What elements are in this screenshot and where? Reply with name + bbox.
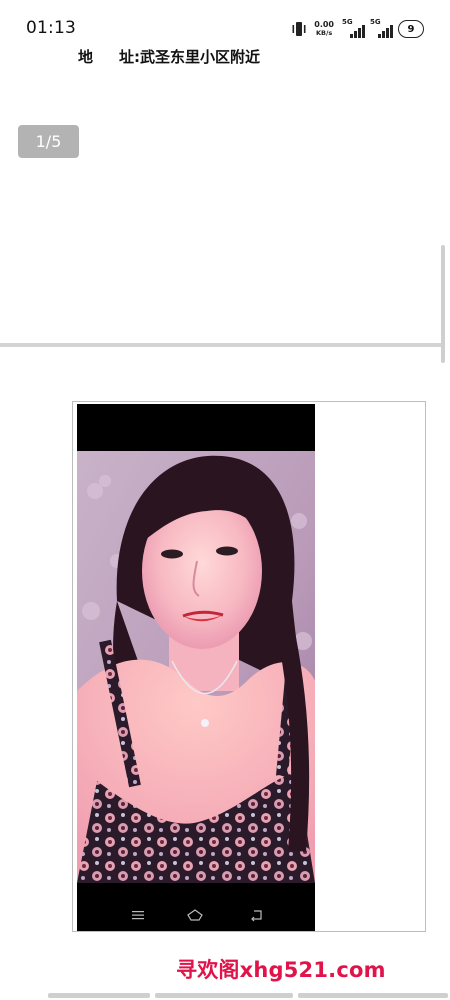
- back-icon: [249, 907, 265, 922]
- signal-icon: 5G: [370, 18, 393, 38]
- vibrate-icon: [290, 20, 308, 38]
- bottom-bar-segment: [155, 993, 293, 998]
- network-speed-unit: KB/s: [316, 29, 333, 37]
- address-label-part2: 址:: [119, 48, 141, 66]
- status-icons: 0.00 KB/s 5G 5G 9: [290, 18, 424, 40]
- site-watermark: 寻欢阁xhg521.com: [176, 958, 386, 982]
- address-value: 武圣东里小区附近: [140, 48, 261, 66]
- phone-navbar: [77, 883, 315, 931]
- signal-icon: 5G: [342, 18, 365, 38]
- section-divider: [0, 343, 441, 347]
- phone-screenshot: [77, 404, 315, 931]
- status-time: 01:13: [26, 18, 76, 38]
- bottom-bar-segment: [48, 993, 150, 998]
- network-speed-value: 0.00: [314, 20, 334, 29]
- address-line: 地 址:武圣东里小区附近: [78, 46, 260, 67]
- page-indicator[interactable]: 1/5: [18, 125, 79, 158]
- selfie-photo: [77, 451, 315, 883]
- phone-top-bar: [77, 404, 315, 451]
- bottom-bar: [0, 990, 450, 1000]
- sim1-network-type: 5G: [342, 18, 353, 26]
- battery-level: 9: [407, 23, 415, 35]
- photo-frame[interactable]: [72, 401, 426, 932]
- scrollbar[interactable]: [441, 245, 445, 363]
- address-label-part1: 地: [78, 48, 94, 66]
- sim2-network-type: 5G: [370, 18, 381, 26]
- network-speed: 0.00 KB/s: [314, 20, 334, 38]
- battery-icon: 9: [398, 20, 424, 38]
- menu-icon: [130, 907, 146, 921]
- home-icon: [187, 907, 203, 921]
- bottom-bar-segment: [298, 993, 448, 998]
